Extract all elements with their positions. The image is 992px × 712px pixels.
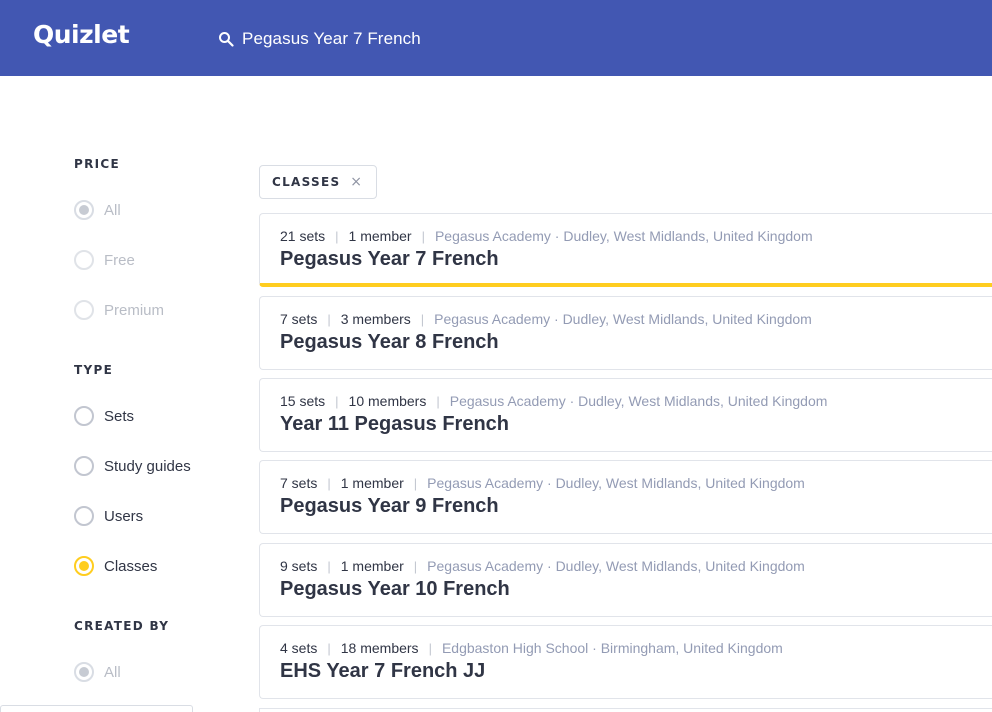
top-navbar: Quizlet Pegasus Year 7 French bbox=[0, 0, 992, 76]
class-title[interactable]: Pegasus Year 7 French bbox=[280, 248, 499, 271]
price-option-free[interactable]: Free bbox=[74, 249, 135, 271]
price-option-label: All bbox=[104, 201, 121, 219]
price-option-label: Premium bbox=[104, 301, 165, 319]
result-meta: 9 sets | 1 member | Pegasus Academy · Du… bbox=[280, 558, 805, 574]
member-count: 18 members bbox=[340, 640, 419, 656]
divider: | bbox=[327, 311, 331, 327]
price-filter-title: PRICE bbox=[74, 157, 121, 171]
result-meta: 15 sets | 10 members | Pegasus Academy ·… bbox=[280, 393, 827, 409]
class-result-card[interactable]: 4 sets | 18 members | Edgbaston High Sch… bbox=[259, 625, 992, 699]
created-by-filter-title: CREATED BY bbox=[74, 619, 170, 633]
class-result-card[interactable]: 9 sets | 1 member | Pegasus Academy · Du… bbox=[259, 543, 992, 617]
class-result-card[interactable]: 7 sets | 1 member | Pegasus Academy · Du… bbox=[259, 460, 992, 534]
radio-icon[interactable] bbox=[74, 300, 94, 320]
divider: | bbox=[436, 393, 440, 409]
radio-icon[interactable] bbox=[74, 250, 94, 270]
member-count: 1 member bbox=[340, 475, 404, 491]
radio-icon[interactable] bbox=[74, 506, 94, 526]
divider: | bbox=[428, 640, 432, 656]
created-by-option-all[interactable]: All bbox=[74, 661, 121, 683]
school-location[interactable]: Pegasus Academy · Dudley, West Midlands,… bbox=[435, 228, 813, 244]
sidebar-bottom-panel bbox=[0, 705, 193, 712]
close-icon[interactable]: × bbox=[350, 174, 362, 190]
type-filter-title: TYPE bbox=[74, 363, 114, 377]
divider: | bbox=[420, 311, 425, 327]
class-title[interactable]: Year 11 Pegasus French bbox=[280, 413, 509, 436]
result-meta: 21 sets | 1 member | Pegasus Academy · D… bbox=[280, 228, 813, 244]
member-count: 10 members bbox=[348, 393, 427, 409]
member-count: 1 member bbox=[348, 228, 412, 244]
next-result-card-edge bbox=[259, 708, 992, 712]
class-title[interactable]: Pegasus Year 9 French bbox=[280, 495, 499, 518]
type-option-label: Users bbox=[104, 507, 144, 525]
set-count: 7 sets bbox=[280, 311, 318, 327]
class-title[interactable]: EHS Year 7 French JJ bbox=[280, 660, 485, 683]
set-count: 9 sets bbox=[280, 558, 318, 574]
class-result-card[interactable]: 15 sets | 10 members | Pegasus Academy ·… bbox=[259, 378, 992, 452]
type-option-study-guides[interactable]: Study guides bbox=[74, 455, 191, 477]
divider: | bbox=[421, 228, 425, 244]
member-count: 3 members bbox=[340, 311, 411, 327]
result-meta: 4 sets | 18 members | Edgbaston High Sch… bbox=[280, 640, 783, 656]
result-meta: 7 sets | 3 members | Pegasus Academy · D… bbox=[280, 311, 812, 327]
radio-selected-icon[interactable] bbox=[74, 556, 94, 576]
result-meta: 7 sets | 1 member | Pegasus Academy · Du… bbox=[280, 475, 805, 491]
divider: | bbox=[327, 475, 331, 491]
member-count: 1 member bbox=[340, 558, 404, 574]
chip-label: CLASSES bbox=[272, 175, 341, 189]
price-option-label: Free bbox=[104, 251, 135, 269]
type-option-sets[interactable]: Sets bbox=[74, 405, 134, 427]
quizlet-logo[interactable]: Quizlet bbox=[33, 20, 130, 49]
type-option-label: Sets bbox=[104, 407, 135, 425]
type-option-classes[interactable]: Classes bbox=[74, 555, 157, 577]
school-location[interactable]: Pegasus Academy · Dudley, West Midlands,… bbox=[427, 475, 805, 491]
set-count: 21 sets bbox=[280, 228, 326, 244]
divider: | bbox=[335, 393, 339, 409]
class-result-card[interactable]: 21 sets | 1 member | Pegasus Academy · D… bbox=[259, 213, 992, 287]
search-bar[interactable]: Pegasus Year 7 French bbox=[218, 26, 421, 52]
class-title[interactable]: Pegasus Year 8 French bbox=[280, 331, 499, 354]
search-icon[interactable] bbox=[218, 31, 234, 47]
divider: | bbox=[413, 558, 418, 574]
set-count: 4 sets bbox=[280, 640, 318, 656]
set-count: 15 sets bbox=[280, 393, 326, 409]
radio-icon[interactable] bbox=[74, 662, 94, 682]
divider: | bbox=[327, 558, 331, 574]
class-result-card[interactable]: 7 sets | 3 members | Pegasus Academy · D… bbox=[259, 296, 992, 370]
type-option-users[interactable]: Users bbox=[74, 505, 143, 527]
classes-filter-chip[interactable]: CLASSES × bbox=[259, 165, 377, 199]
radio-icon[interactable] bbox=[74, 456, 94, 476]
price-option-all[interactable]: All bbox=[74, 199, 121, 221]
type-option-label: Study guides bbox=[104, 457, 191, 475]
search-input[interactable]: Pegasus Year 7 French bbox=[242, 29, 421, 49]
school-location[interactable]: Pegasus Academy · Dudley, West Midlands,… bbox=[427, 558, 805, 574]
radio-icon[interactable] bbox=[74, 200, 94, 220]
type-option-label: Classes bbox=[104, 557, 158, 575]
school-location[interactable]: Pegasus Academy · Dudley, West Midlands,… bbox=[450, 393, 828, 409]
divider: | bbox=[327, 640, 331, 656]
radio-icon[interactable] bbox=[74, 406, 94, 426]
price-option-premium[interactable]: Premium bbox=[74, 299, 164, 321]
school-location[interactable]: Pegasus Academy · Dudley, West Midlands,… bbox=[434, 311, 812, 327]
divider: | bbox=[335, 228, 339, 244]
school-location[interactable]: Edgbaston High School · Birmingham, Unit… bbox=[442, 640, 783, 656]
created-by-option-label: All bbox=[104, 663, 121, 681]
set-count: 7 sets bbox=[280, 475, 318, 491]
class-title[interactable]: Pegasus Year 10 French bbox=[280, 578, 510, 601]
divider: | bbox=[413, 475, 418, 491]
